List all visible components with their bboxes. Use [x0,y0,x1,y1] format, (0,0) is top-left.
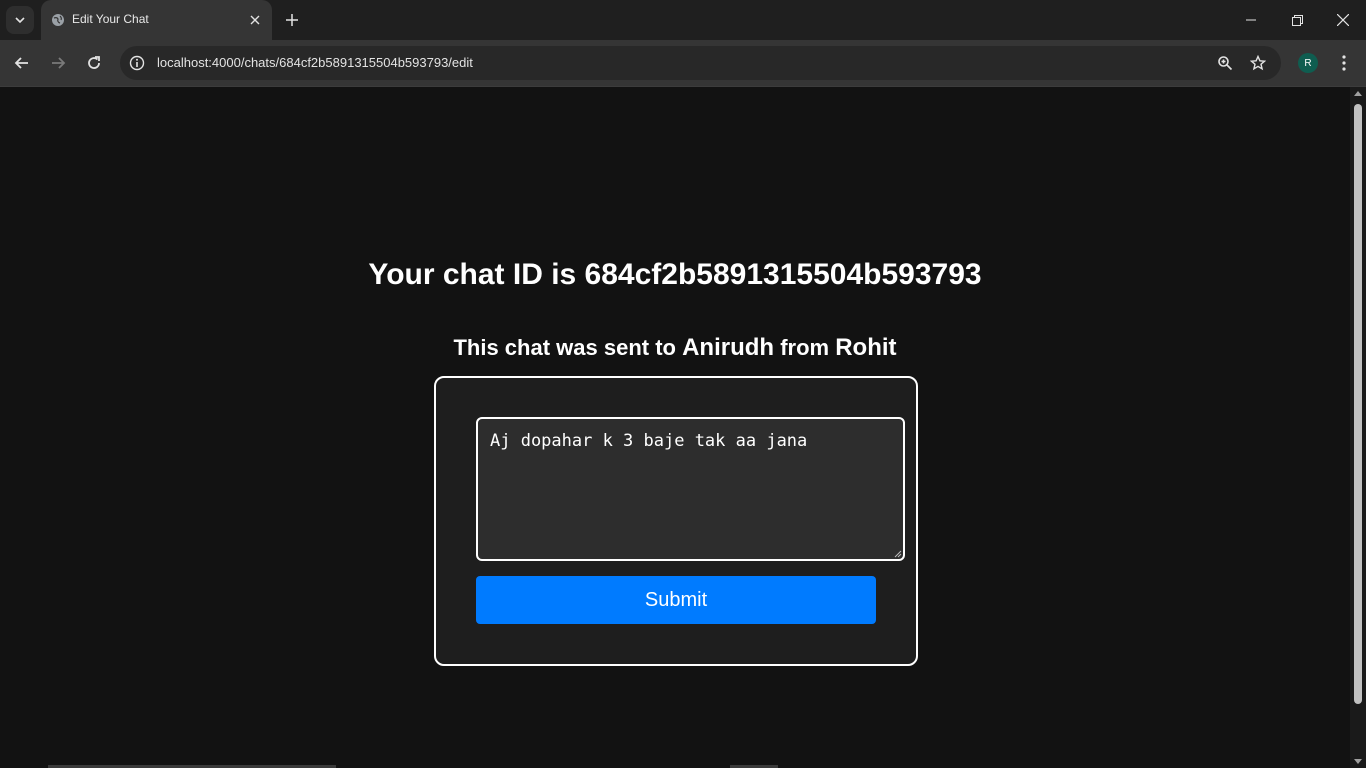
minimize-button[interactable] [1228,0,1274,40]
scroll-down-arrow-icon[interactable] [1354,759,1362,764]
scrollbar-thumb[interactable] [1354,104,1362,704]
restore-icon [1291,14,1303,26]
more-vertical-icon [1342,55,1346,71]
arrow-left-icon [14,57,28,69]
globe-icon [52,14,64,26]
new-tab-button[interactable] [283,11,301,29]
reload-icon [88,56,100,69]
zoom-button[interactable] [1216,54,1234,72]
resize-grip-icon[interactable] [892,548,902,558]
tab-title: Edit Your Chat [72,12,149,26]
reload-button[interactable] [82,51,106,75]
browser-menu-button[interactable] [1334,51,1354,75]
info-icon [129,55,145,71]
back-button[interactable] [10,51,34,75]
tab-close-button[interactable] [247,12,263,28]
browser-tab-strip: Edit Your Chat [0,0,1366,40]
site-info-button[interactable] [128,54,146,72]
sender-name: Rohit [835,334,897,361]
chat-info-subtitle: This chat was sent to Anirudh from Rohit [0,334,1350,362]
bookmark-button[interactable] [1249,54,1267,72]
recipient-name: Anirudh [682,334,775,361]
scroll-up-arrow-icon[interactable] [1354,91,1362,96]
restore-button[interactable] [1274,0,1320,40]
address-bar[interactable]: localhost:4000/chats/684cf2b5891315504b5… [120,46,1281,80]
url-text[interactable]: localhost:4000/chats/684cf2b5891315504b5… [157,55,473,70]
close-icon [250,15,260,25]
message-textarea[interactable]: Aj dopahar k 3 baje tak aa jana [476,417,905,561]
forward-button[interactable] [46,51,70,75]
zoom-icon [1218,56,1233,71]
close-icon [1337,14,1349,26]
page-viewport: Your chat ID is 684cf2b5891315504b593793… [0,87,1350,768]
minimize-icon [1246,19,1256,21]
star-icon [1250,55,1266,71]
browser-toolbar: localhost:4000/chats/684cf2b5891315504b5… [0,40,1366,86]
close-window-button[interactable] [1320,0,1366,40]
chevron-down-icon [15,17,25,24]
page-title: Your chat ID is 684cf2b5891315504b593793 [368,258,982,291]
submit-button[interactable]: Submit [476,576,876,624]
plus-icon [286,14,298,26]
arrow-right-icon [52,57,66,69]
active-tab[interactable]: Edit Your Chat [41,0,272,40]
tab-search-button[interactable] [6,6,34,34]
edit-chat-form: Aj dopahar k 3 baje tak aa jana Submit [434,376,918,666]
subtitle-prefix: This chat was sent to [453,335,676,360]
vertical-scrollbar[interactable] [1350,87,1366,768]
profile-avatar[interactable]: R [1298,53,1318,73]
subtitle-middle: from [780,335,830,360]
